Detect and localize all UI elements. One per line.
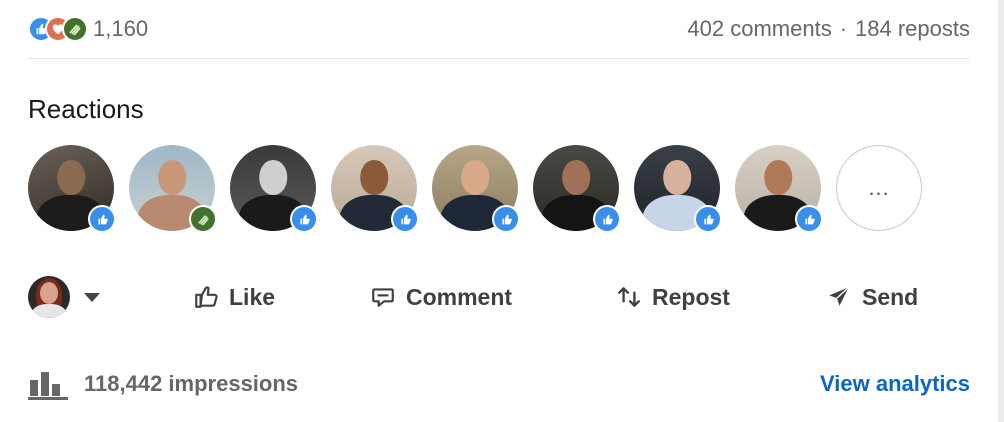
like-icon xyxy=(88,205,116,233)
reactor-avatars: … xyxy=(28,145,922,233)
like-icon xyxy=(694,205,722,233)
repost-label: Repost xyxy=(652,283,730,310)
action-bar: Like Comment Repost Send xyxy=(28,272,970,322)
reactor-avatar[interactable] xyxy=(432,145,520,233)
thumbs-up-icon xyxy=(195,286,218,308)
reactions-heading: Reactions xyxy=(28,94,144,124)
impressions: 118,442 impressions xyxy=(28,368,298,400)
like-icon xyxy=(492,205,520,233)
separator-dot: · xyxy=(839,16,848,41)
comment-icon xyxy=(372,288,394,307)
more-reactions-button[interactable]: … xyxy=(836,145,922,231)
like-icon xyxy=(290,205,318,233)
reactor-avatar[interactable] xyxy=(28,145,116,233)
impressions-count: 118,442 impressions xyxy=(84,371,299,396)
analytics-bar: 118,442 impressions View analytics xyxy=(28,362,970,406)
reactor-avatar[interactable] xyxy=(129,145,217,233)
send-label: Send xyxy=(862,283,919,310)
reactor-avatar[interactable] xyxy=(230,145,318,233)
view-analytics-link[interactable]: View analytics xyxy=(820,371,970,397)
send-button[interactable]: Send xyxy=(826,284,918,311)
support-icon xyxy=(189,205,217,233)
comment-button[interactable]: Comment xyxy=(370,284,512,311)
like-button[interactable]: Like xyxy=(193,284,275,311)
reaction-count[interactable]: 1,160 xyxy=(93,16,148,42)
support-icon xyxy=(62,16,88,42)
divider xyxy=(28,58,970,59)
reaction-summary[interactable]: 1,160 xyxy=(28,16,148,42)
like-icon xyxy=(593,205,621,233)
repost-icon xyxy=(618,287,640,307)
like-label: Like xyxy=(229,283,276,310)
bar-chart-icon xyxy=(28,372,68,400)
reactor-avatar[interactable] xyxy=(735,145,823,233)
reactor-avatar[interactable] xyxy=(634,145,722,233)
scrollbar[interactable] xyxy=(998,0,1004,422)
repost-button[interactable]: Repost xyxy=(616,284,730,311)
avatar xyxy=(28,276,70,318)
reactor-avatar[interactable] xyxy=(533,145,621,233)
actor-switcher[interactable] xyxy=(28,276,128,318)
comments-count[interactable]: 402 comments xyxy=(687,16,831,42)
engagement-counts: 402 comments · 184 reposts xyxy=(687,16,970,42)
caret-down-icon xyxy=(84,292,100,302)
send-icon xyxy=(829,286,850,306)
reposts-count[interactable]: 184 reposts xyxy=(855,16,970,42)
reactor-avatar[interactable] xyxy=(331,145,419,233)
like-icon xyxy=(391,205,419,233)
comment-label: Comment xyxy=(406,283,513,310)
social-counts-bar: 1,160 402 comments · 184 reposts xyxy=(28,12,970,46)
like-icon xyxy=(795,205,823,233)
